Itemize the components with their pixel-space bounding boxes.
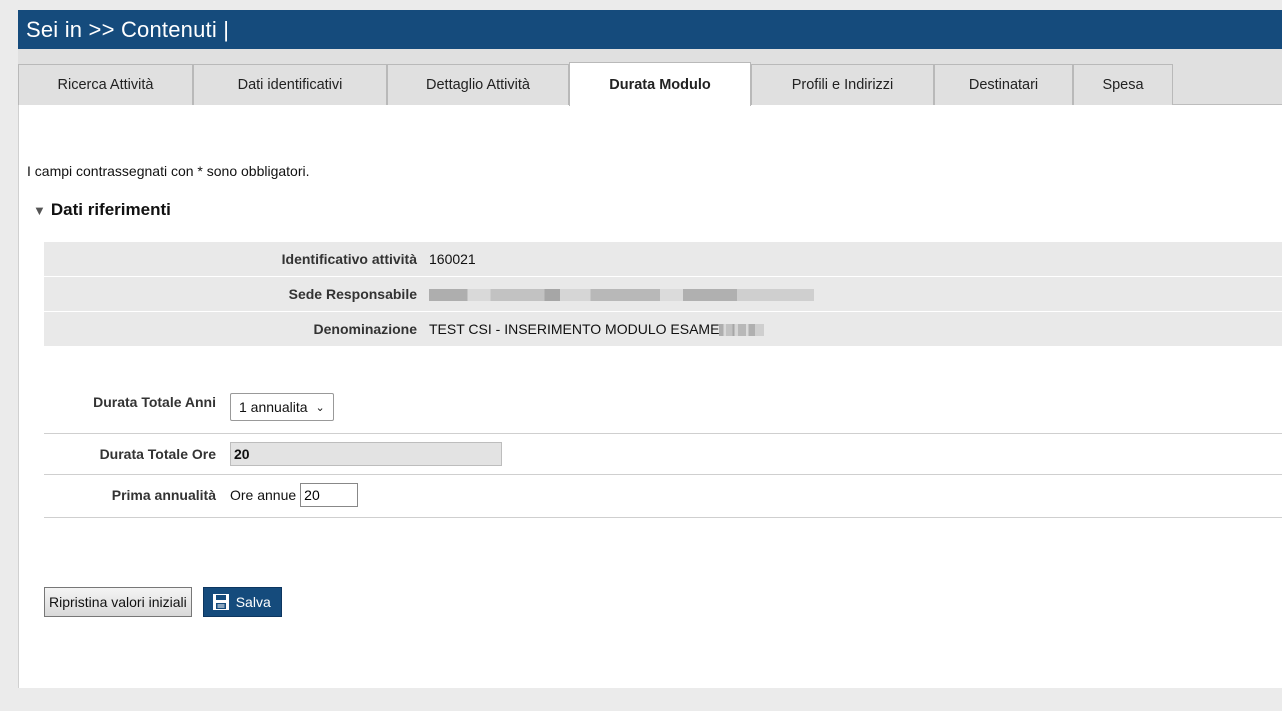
durata-ore-field: 20: [230, 442, 502, 466]
reference-value-redacted: [429, 286, 814, 302]
reference-value: 160021: [429, 251, 476, 267]
tab-bar: Ricerca Attività Dati identificativi Det…: [18, 49, 1282, 106]
ore-annue-label: Ore annue: [230, 487, 297, 503]
redacted-text: [429, 289, 814, 302]
tab-spesa[interactable]: Spesa: [1073, 64, 1173, 105]
form-row-anni: Durata Totale Anni 1 annualita ⌄: [44, 385, 1282, 434]
select-value: 1 annualita: [239, 399, 308, 415]
action-buttons: Ripristina valori iniziali Salva: [44, 587, 282, 617]
floppy-disk-icon: [212, 594, 229, 610]
reference-value: TEST CSI - INSERIMENTO MODULO ESAME: [429, 321, 765, 337]
section-toggle[interactable]: ▼ Dati riferimenti: [33, 200, 171, 220]
field-label: Durata Totale Anni: [93, 394, 216, 410]
tab-dettaglio-attivita[interactable]: Dettaglio Attività: [387, 64, 569, 105]
breadcrumb-header: Sei in >> Contenuti |: [18, 10, 1282, 49]
tab-destinatari[interactable]: Destinatari: [934, 64, 1073, 105]
ore-annue-input[interactable]: [300, 483, 359, 507]
save-button[interactable]: Salva: [202, 587, 282, 617]
page-title: Sei in >> Contenuti |: [26, 17, 230, 42]
tab-profili-e-indirizzi[interactable]: Profili e Indirizzi: [751, 64, 934, 105]
form-row-prima-annualita: Prima annualità Ore annue: [44, 475, 1282, 518]
mandatory-fields-note: I campi contrassegnati con * sono obblig…: [27, 163, 310, 179]
section-title: Dati riferimenti: [50, 200, 171, 219]
tab-durata-modulo[interactable]: Durata Modulo: [569, 62, 751, 106]
tab-dati-identificativi[interactable]: Dati identificativi: [193, 64, 387, 105]
reference-label: Sede Responsabile: [288, 286, 417, 302]
reference-value-text: TEST CSI - INSERIMENTO MODULO ESAME: [429, 321, 720, 337]
triangle-down-icon: ▼: [33, 202, 46, 218]
reset-button[interactable]: Ripristina valori iniziali: [44, 587, 192, 617]
form-row-ore: Durata Totale Ore 20: [44, 434, 1282, 475]
tab-ricerca-attivita[interactable]: Ricerca Attività: [18, 64, 193, 105]
save-label: Salva: [235, 594, 271, 610]
page-container: Sei in >> Contenuti | Ricerca Attività D…: [18, 10, 1282, 688]
reference-row-denominazione: Denominazione TEST CSI - INSERIMENTO MOD…: [44, 312, 1282, 347]
references-table: Identificativo attività 160021 Sede Resp…: [44, 242, 1282, 347]
durata-anni-select[interactable]: 1 annualita ⌄: [230, 393, 334, 421]
reference-label: Identificativo attività: [281, 251, 417, 267]
field-label: Prima annualità: [111, 487, 216, 503]
reference-row-id: Identificativo attività 160021: [44, 242, 1282, 277]
field-label: Durata Totale Ore: [99, 446, 216, 462]
redacted-text: [719, 324, 765, 337]
content-panel: I campi contrassegnati con * sono obblig…: [18, 105, 1282, 688]
chevron-down-icon: ⌄: [315, 401, 325, 414]
reference-row-sede: Sede Responsabile: [44, 277, 1282, 312]
reference-label: Denominazione: [313, 321, 417, 337]
duration-form: Durata Totale Anni 1 annualita ⌄ Durata …: [44, 385, 1282, 518]
